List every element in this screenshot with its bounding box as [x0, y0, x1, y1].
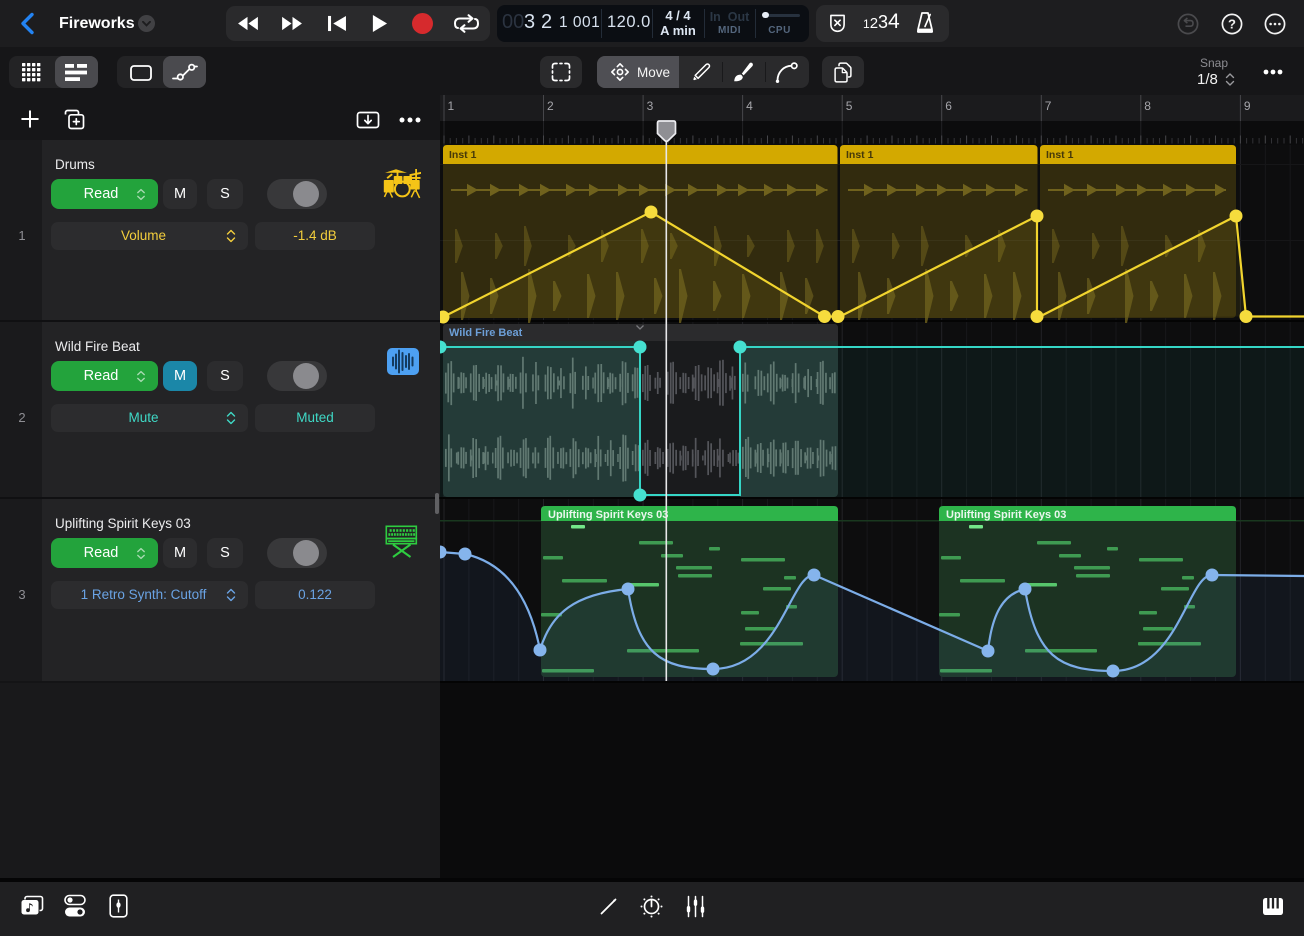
svg-text:Inst 1: Inst 1	[1046, 149, 1074, 161]
svg-text:Inst 1: Inst 1	[846, 149, 874, 161]
svg-text:9: 9	[1244, 99, 1251, 113]
svg-text:Inst 1: Inst 1	[449, 149, 477, 161]
svg-text:7: 7	[1045, 99, 1052, 113]
svg-text:3: 3	[647, 99, 654, 113]
svg-text:4: 4	[746, 99, 753, 113]
svg-text:Uplifting Spirit Keys 03: Uplifting Spirit Keys 03	[548, 509, 668, 521]
svg-text:1: 1	[448, 99, 455, 113]
svg-text:8: 8	[1144, 99, 1151, 113]
svg-text:Wild Fire Beat: Wild Fire Beat	[449, 327, 523, 339]
svg-text:5: 5	[846, 99, 853, 113]
svg-text:2: 2	[547, 99, 554, 113]
svg-text:?: ?	[1228, 17, 1236, 32]
svg-text:Uplifting Spirit Keys 03: Uplifting Spirit Keys 03	[946, 509, 1066, 521]
svg-text:6: 6	[945, 99, 952, 113]
